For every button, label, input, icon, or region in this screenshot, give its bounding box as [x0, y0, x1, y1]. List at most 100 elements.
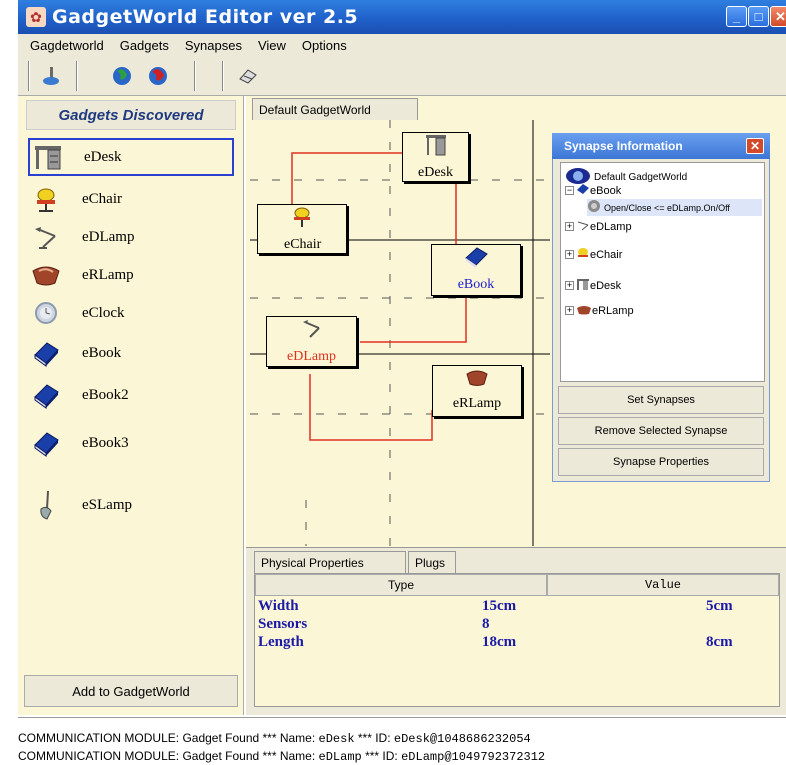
- window-title: GadgetWorld Editor ver 2.5: [52, 6, 359, 28]
- synapse-icon: [587, 199, 601, 216]
- book-icon: [28, 378, 64, 412]
- expand-toggle[interactable]: +: [565, 281, 574, 290]
- close-button[interactable]: ✕: [770, 6, 786, 27]
- gadget-item-eclock[interactable]: eClock: [28, 294, 234, 332]
- chair-icon: [28, 182, 64, 216]
- toolbar-separator: [222, 61, 224, 91]
- property-type: 15cm: [482, 598, 517, 614]
- desk-lamp-icon: [28, 220, 64, 254]
- reading-lamp-icon: [433, 366, 521, 396]
- gadget-item-erlamp[interactable]: eRLamp: [28, 256, 234, 294]
- log-line: COMMUNICATION MODULE: Gadget Found *** N…: [18, 749, 546, 764]
- desk-lamp-icon: [576, 219, 590, 234]
- toolbar-separator: [194, 61, 196, 91]
- gadget-item-ebook[interactable]: eBook: [28, 334, 234, 372]
- gadget-label: eRLamp: [82, 266, 134, 283]
- world-gadget-label: eDesk: [418, 165, 453, 180]
- synapse-close-button[interactable]: ✕: [746, 138, 764, 154]
- tree-node-edesk[interactable]: + eDesk: [565, 277, 621, 294]
- gadgets-header: Gadgets Discovered: [26, 100, 236, 130]
- toolbar-separator: [28, 61, 30, 91]
- world-gadget-erlamp[interactable]: eRLamp: [432, 365, 522, 417]
- menu-bar: Gagdetworld Gadgets Synapses View Option…: [18, 34, 786, 56]
- tab-default-gadgetworld[interactable]: Default GadgetWorld: [252, 98, 418, 120]
- synapse-panel-title: Synapse Information: [552, 133, 770, 159]
- reading-lamp-icon: [576, 303, 592, 318]
- property-value: 5cm: [706, 598, 733, 614]
- log-line: COMMUNICATION MODULE: Gadget Found *** N…: [18, 731, 531, 746]
- gadget-item-edesk[interactable]: eDesk: [28, 138, 234, 176]
- property-type: 8: [482, 616, 490, 632]
- chair-icon: [576, 247, 590, 262]
- menu-view[interactable]: View: [258, 38, 286, 53]
- gadget-item-ebook3[interactable]: eBook3: [28, 424, 234, 462]
- gadget-label: eDesk: [84, 148, 122, 165]
- world-gadget-ebook[interactable]: eBook: [431, 244, 521, 296]
- maximize-button[interactable]: □: [748, 6, 769, 27]
- world-gadget-label: eDLamp: [287, 349, 336, 364]
- property-name: Length: [258, 634, 304, 650]
- globe-green-icon[interactable]: [104, 61, 140, 91]
- gadget-label: eBook2: [82, 386, 129, 403]
- synapse-properties-button[interactable]: Synapse Properties: [558, 448, 764, 476]
- toolbar-separator: [76, 61, 78, 91]
- gadget-item-eslamp[interactable]: eSLamp: [28, 486, 234, 524]
- gadget-label: eClock: [82, 304, 125, 321]
- tab-physical-properties[interactable]: Physical Properties: [254, 551, 406, 573]
- gadget-item-ebook2[interactable]: eBook2: [28, 376, 234, 414]
- property-value: 8cm: [706, 634, 733, 650]
- gadget-label: eBook: [82, 344, 122, 361]
- column-header-value[interactable]: Value: [547, 574, 779, 596]
- desk-icon: [576, 277, 590, 294]
- world-gadget-label: eRLamp: [452, 396, 502, 411]
- communication-log: COMMUNICATION MODULE: Gadget Found *** N…: [18, 717, 786, 765]
- world-gadget-label: eChair: [284, 237, 322, 252]
- tab-plugs[interactable]: Plugs: [408, 551, 456, 573]
- gadget-icon[interactable]: [230, 61, 266, 91]
- tree-node-erlamp[interactable]: + eRLamp: [565, 303, 634, 318]
- menu-options[interactable]: Options: [302, 38, 347, 53]
- gadget-label: eBook3: [82, 434, 129, 451]
- gadget-item-edlamp[interactable]: eDLamp: [28, 218, 234, 256]
- gadget-label: eDLamp: [82, 228, 135, 245]
- reading-lamp-icon: [28, 258, 64, 292]
- broom-icon[interactable]: [34, 61, 70, 91]
- set-synapses-button[interactable]: Set Synapses: [558, 386, 764, 414]
- gadget-item-echair[interactable]: eChair: [28, 180, 234, 218]
- synapse-tree[interactable]: Default GadgetWorld − eBook Open/Close <…: [560, 162, 765, 382]
- tree-synapse-item[interactable]: Open/Close <= eDLamp.On/Off: [587, 199, 762, 216]
- world-gadget-edesk[interactable]: eDesk: [402, 132, 469, 182]
- minimize-button[interactable]: _: [726, 6, 747, 27]
- world-gadget-label: eBook: [457, 277, 495, 292]
- expand-toggle[interactable]: +: [565, 250, 574, 259]
- globe-red-icon[interactable]: [140, 61, 176, 91]
- expand-toggle[interactable]: +: [565, 306, 574, 315]
- tree-node-edlamp[interactable]: + eDLamp: [565, 219, 632, 234]
- app-icon: ✿: [26, 7, 46, 27]
- menu-gadgetworld[interactable]: Gagdetworld: [30, 38, 104, 53]
- book-icon: [28, 426, 64, 460]
- column-header-type[interactable]: Type: [255, 574, 547, 596]
- expand-toggle[interactable]: +: [565, 222, 574, 231]
- world-gadget-edlamp[interactable]: eDLamp: [266, 316, 357, 367]
- book-icon: [576, 183, 590, 198]
- book-icon: [28, 336, 64, 370]
- tree-node-echair[interactable]: + eChair: [565, 247, 622, 262]
- menu-synapses[interactable]: Synapses: [185, 38, 242, 53]
- collapse-toggle[interactable]: −: [565, 186, 574, 195]
- chair-icon: [258, 205, 346, 237]
- property-type: 18cm: [482, 634, 517, 650]
- standing-lamp-icon: [28, 488, 64, 522]
- book-icon: [432, 245, 520, 277]
- clock-icon: [28, 296, 64, 330]
- remove-selected-synapse-button[interactable]: Remove Selected Synapse: [558, 417, 764, 445]
- title-bar: ✿ GadgetWorld Editor ver 2.5 _ □ ✕: [18, 0, 786, 34]
- property-name: Width: [258, 598, 299, 614]
- menu-gadgets[interactable]: Gadgets: [120, 38, 169, 53]
- toolbar: [18, 56, 786, 96]
- gadget-label: eChair: [82, 190, 122, 207]
- property-name: Sensors: [258, 616, 308, 632]
- tree-node-ebook[interactable]: − eBook: [565, 183, 621, 198]
- add-to-gadgetworld-button[interactable]: Add to GadgetWorld: [24, 675, 238, 707]
- world-gadget-echair[interactable]: eChair: [257, 204, 347, 254]
